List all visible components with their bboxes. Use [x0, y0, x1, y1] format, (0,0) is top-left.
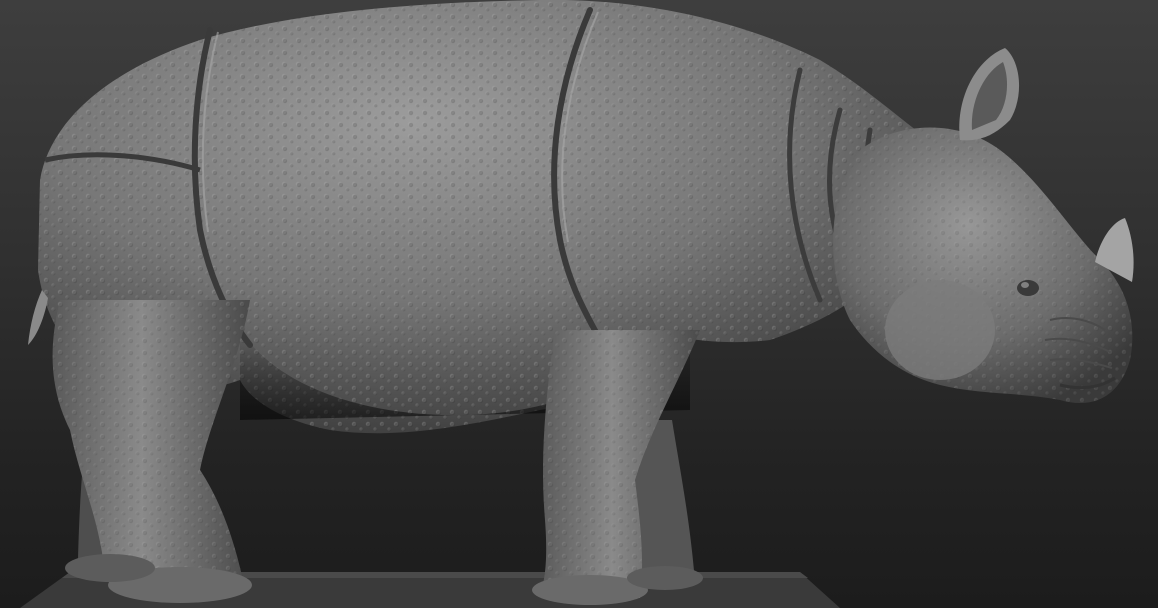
eye: [1017, 280, 1039, 296]
eye-highlight: [1021, 282, 1029, 288]
sculpt-viewport: [0, 0, 1158, 608]
rhino-sculpt-render: [20, 0, 1134, 608]
tail: [28, 290, 48, 345]
front-far-foot: [627, 566, 703, 590]
rear-far-foot: [65, 554, 155, 582]
cheek-bulge: [885, 280, 995, 380]
